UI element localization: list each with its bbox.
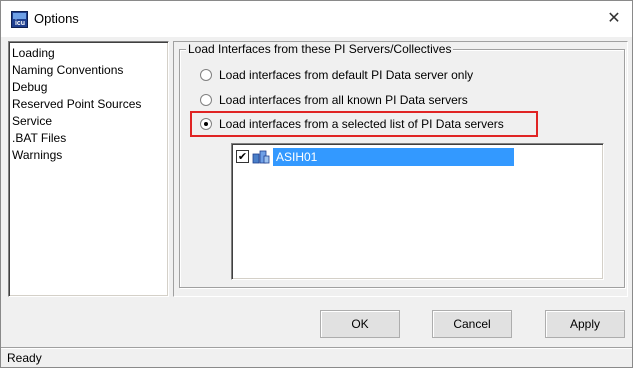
ok-button[interactable]: OK bbox=[320, 310, 400, 338]
radio-all-known-servers[interactable]: Load interfaces from all known PI Data s… bbox=[200, 92, 468, 108]
close-icon[interactable]: ✕ bbox=[602, 7, 626, 31]
status-text: Ready bbox=[7, 351, 42, 365]
radio-button-icon[interactable] bbox=[200, 69, 212, 81]
radio-label: Load interfaces from default PI Data ser… bbox=[219, 68, 474, 82]
title-bar[interactable]: icu Options ✕ bbox=[1, 1, 632, 37]
load-interfaces-groupbox: Load Interfaces from these PI Servers/Co… bbox=[179, 42, 625, 288]
apply-button[interactable]: Apply bbox=[545, 310, 625, 338]
sidebar-item-loading[interactable]: Loading bbox=[12, 45, 168, 62]
app-icon: icu bbox=[11, 11, 28, 28]
status-bar: Ready bbox=[1, 349, 632, 367]
cancel-button[interactable]: Cancel bbox=[432, 310, 512, 338]
radio-default-server[interactable]: Load interfaces from default PI Data ser… bbox=[200, 67, 473, 83]
highlight-box bbox=[190, 111, 538, 137]
settings-panel: Load Interfaces from these PI Servers/Co… bbox=[173, 41, 628, 297]
category-list[interactable]: Loading Naming Conventions Debug Reserve… bbox=[8, 41, 169, 297]
server-list[interactable]: ✔ ASIH01 bbox=[231, 143, 604, 280]
radio-button-icon[interactable] bbox=[200, 94, 212, 106]
server-name[interactable]: ASIH01 bbox=[273, 148, 514, 166]
sidebar-item-debug[interactable]: Debug bbox=[12, 79, 168, 96]
pi-server-icon bbox=[252, 150, 270, 164]
window-title: Options bbox=[34, 11, 79, 26]
dialog-body: Loading Naming Conventions Debug Reserve… bbox=[1, 37, 632, 367]
server-checkbox[interactable]: ✔ bbox=[236, 150, 249, 163]
sidebar-item-reserved-point-sources[interactable]: Reserved Point Sources bbox=[12, 96, 168, 113]
sidebar-item-naming-conventions[interactable]: Naming Conventions bbox=[12, 62, 168, 79]
groupbox-label: Load Interfaces from these PI Servers/Co… bbox=[186, 42, 454, 56]
list-item[interactable]: ✔ ASIH01 bbox=[236, 148, 596, 166]
options-dialog: icu Options ✕ Loading Naming Conventions… bbox=[0, 0, 633, 368]
sidebar-item-bat-files[interactable]: .BAT Files bbox=[12, 130, 168, 147]
radio-label: Load interfaces from all known PI Data s… bbox=[219, 93, 468, 107]
sidebar-item-warnings[interactable]: Warnings bbox=[12, 147, 168, 164]
sidebar-item-service[interactable]: Service bbox=[12, 113, 168, 130]
app-icon-label: icu bbox=[14, 20, 26, 27]
